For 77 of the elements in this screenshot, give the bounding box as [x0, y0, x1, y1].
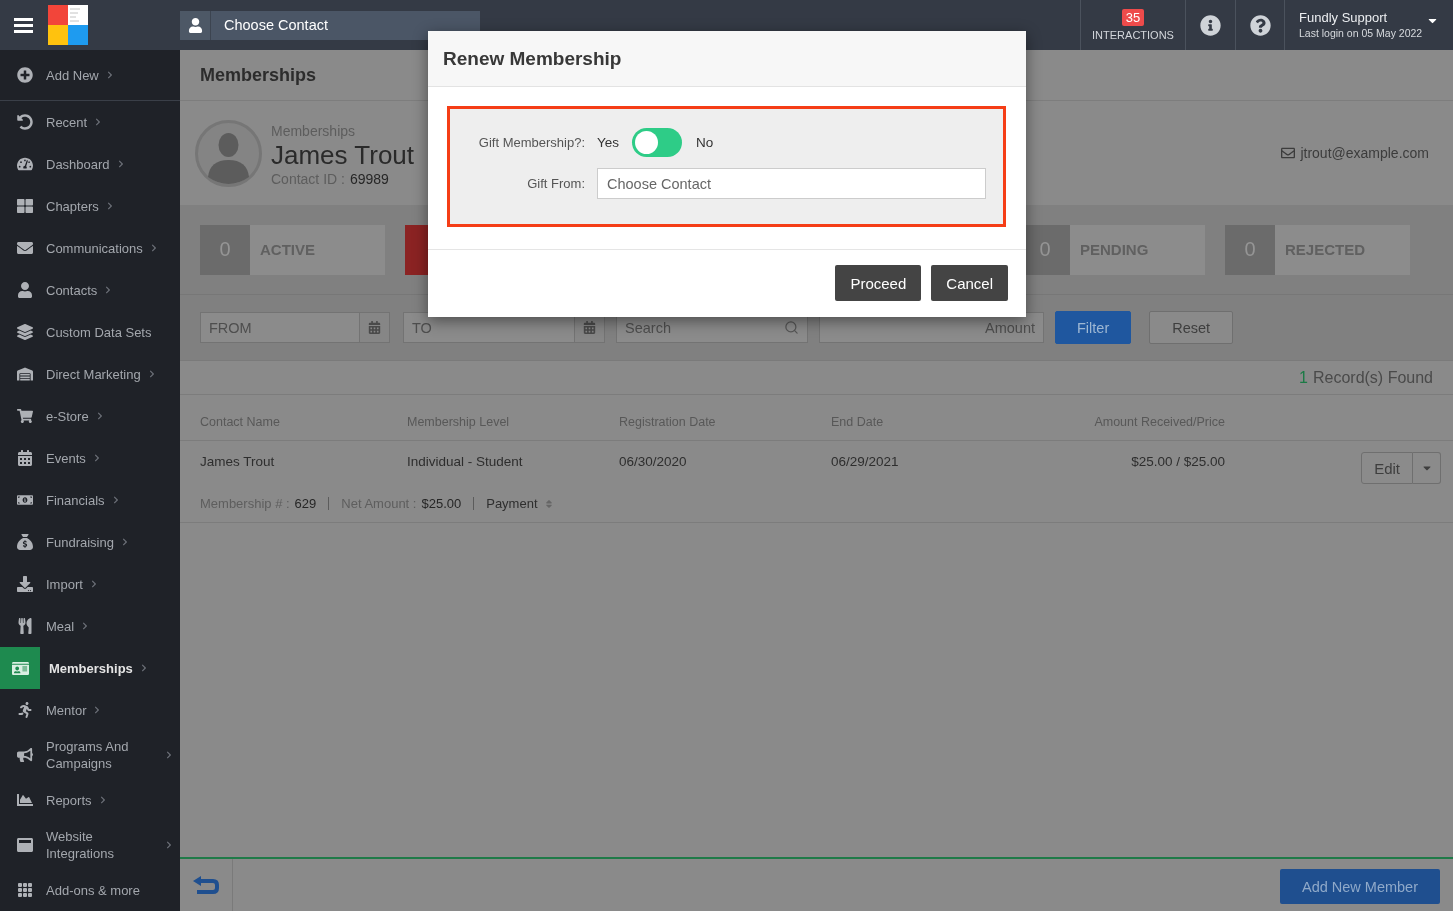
sidebar-item[interactable]: Custom Data Sets — [0, 311, 180, 353]
info-icon[interactable] — [1200, 14, 1221, 36]
sidebar-item[interactable]: Chapters — [0, 185, 180, 227]
sidebar-item[interactable]: Dashboard — [0, 143, 180, 185]
interactions-link[interactable]: INTERACTIONS — [1092, 29, 1174, 41]
window-icon — [17, 837, 33, 853]
table-cell-text: 06/30/2020 — [619, 453, 687, 471]
sidebar-item[interactable]: Programs And Campaigns — [0, 731, 180, 779]
sidebar-item[interactable]: Meal — [0, 605, 180, 647]
sort-icon — [543, 498, 554, 509]
sidebar-item[interactable]: Add-ons & more — [0, 869, 180, 911]
calendar-icon — [583, 321, 596, 334]
field-label: Gift From: — [527, 176, 585, 191]
cart-icon — [17, 408, 33, 424]
table-cell-text: Individual - Student — [407, 453, 523, 471]
layers-icon — [17, 324, 33, 340]
cancel-button[interactable]: Cancel — [931, 265, 1008, 301]
sidebar-item[interactable]: Communications — [0, 227, 180, 269]
sidebar-item[interactable]: Direct Marketing — [0, 353, 180, 395]
running-person-icon — [17, 702, 33, 718]
sidebar-item[interactable]: Memberships — [0, 647, 180, 689]
sidebar-item[interactable]: e-Store — [0, 395, 180, 437]
undo-arrow-icon — [17, 114, 33, 130]
area-chart-icon — [17, 792, 33, 808]
contact-search-field[interactable]: Choose Contact — [211, 10, 480, 40]
banknote-icon — [17, 492, 33, 508]
field-label: Gift Membership?: — [478, 135, 585, 150]
contact-field[interactable]: Choose Contact — [597, 168, 986, 199]
envelope-icon — [17, 240, 33, 256]
envelope-icon — [1281, 146, 1296, 160]
dots-grid-icon — [17, 882, 33, 898]
avatar-placeholder — [195, 119, 262, 187]
proceed-button[interactable]: Proceed — [835, 265, 922, 301]
table-cell-text: $25.00 / $25.00 — [1131, 453, 1225, 471]
records-found-text: 1 Record(s) Found — [1299, 368, 1433, 387]
help-icon[interactable] — [1249, 14, 1271, 36]
toggle-switch[interactable] — [632, 128, 683, 157]
page-title: Memberships — [200, 64, 317, 86]
sidebar-item[interactable]: Events — [0, 437, 180, 479]
from-date-field[interactable]: FROM — [200, 312, 359, 343]
sidebar-item[interactable]: Mentor — [0, 689, 180, 731]
menu-icon[interactable] — [14, 17, 33, 33]
notification-badge: 35 — [1121, 9, 1145, 26]
contact-name: James Trout — [271, 140, 415, 170]
user-name[interactable]: Fundly Support — [1299, 9, 1426, 26]
option-label: No — [696, 135, 714, 150]
sort-toggle[interactable]: Payment — [486, 496, 554, 511]
table-cell-text: 06/29/2021 — [831, 453, 899, 471]
sidebar-item[interactable]: Financials — [0, 479, 180, 521]
dropdown-toggle[interactable] — [1413, 452, 1441, 484]
megaphone-icon — [17, 747, 33, 763]
last-login-text: Last login on 05 May 2022 — [1299, 26, 1424, 41]
sidebar-item[interactable]: Recent — [0, 101, 180, 143]
sidebar-item[interactable]: Import — [0, 563, 180, 605]
sidebar-item[interactable]: Reports — [0, 779, 180, 821]
sidebar-item[interactable]: Fundraising — [0, 521, 180, 563]
id-card-icon — [0, 647, 40, 689]
filter-button[interactable]: Filter — [1055, 311, 1132, 344]
money-bag-icon — [17, 534, 33, 550]
calendar-icon — [17, 450, 33, 466]
email-address: jtrout@example.com — [1300, 145, 1429, 161]
person-icon — [187, 17, 203, 33]
calendar-icon — [368, 321, 381, 334]
back-arrow-icon[interactable] — [193, 876, 219, 894]
person-icon — [17, 282, 33, 298]
dialog-title: Renew Membership — [443, 47, 622, 70]
sidebar-item[interactable]: Contacts — [0, 269, 180, 311]
warehouse-icon — [17, 366, 33, 382]
search-icon[interactable] — [784, 320, 799, 335]
grid-icon — [17, 198, 33, 214]
option-label: Yes — [597, 135, 620, 150]
sidebar-item[interactable]: Website Integrations — [0, 821, 180, 869]
utensils-icon — [17, 618, 33, 634]
logo[interactable] — [48, 5, 88, 45]
gauge-icon — [17, 156, 33, 172]
table-cell-text: James Trout — [200, 453, 275, 471]
download-icon — [17, 576, 33, 592]
